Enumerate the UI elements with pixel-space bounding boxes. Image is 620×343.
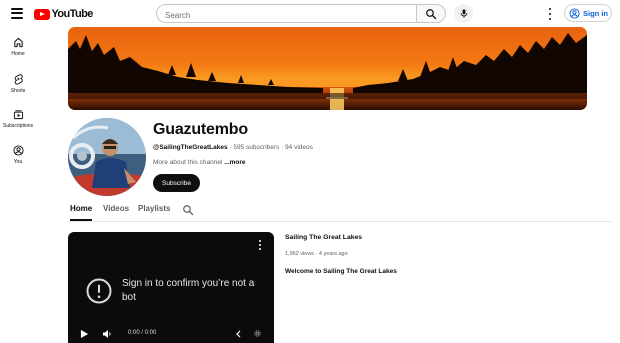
voice-search-button[interactable] [454, 4, 473, 23]
settings-more-icon[interactable] [546, 8, 554, 20]
time-display: 0:00 / 0:00 [128, 330, 157, 336]
search-icon [426, 8, 437, 19]
microphone-icon [460, 9, 467, 18]
home-icon [13, 37, 23, 48]
tab-search-button[interactable] [182, 203, 194, 221]
subscribe-button[interactable]: Subscribe [153, 174, 200, 192]
sidebar-item-subscriptions[interactable]: Subscriptions [0, 106, 36, 142]
channel-about-link[interactable]: More about this channel ...more [153, 159, 246, 166]
player-controls: 0:00 / 0:00 [68, 326, 274, 343]
search-icon [183, 205, 194, 216]
channel-banner [68, 27, 587, 110]
chevron-left-icon[interactable] [235, 330, 242, 338]
sunset-lake-image [68, 27, 587, 110]
search-button[interactable] [416, 4, 446, 23]
sidebar-item-you[interactable]: You [0, 142, 36, 178]
top-bar: YouTube Sign in [0, 0, 620, 28]
logo-text: YouTube [51, 8, 94, 20]
shorts-icon [14, 74, 23, 85]
sign-in-button[interactable]: Sign in [564, 4, 612, 22]
player-more-icon[interactable] [257, 240, 263, 250]
channel-stats: · 595 subscribers · 94 videos [227, 144, 313, 151]
sidebar-item-label: Shorts [10, 88, 26, 94]
sidebar-item-label: Home [11, 51, 25, 57]
featured-video-description: Welcome to Sailing The Great Lakes [285, 268, 397, 275]
more-link[interactable]: ...more [222, 159, 245, 166]
sidebar-item-shorts[interactable]: Shorts [0, 70, 36, 106]
channel-handle: @SailingTheGreatLakes [153, 144, 228, 151]
channel-name: Guazutembo [153, 121, 248, 138]
gear-icon[interactable] [253, 329, 262, 338]
sidebar-item-home[interactable]: Home [0, 34, 36, 70]
alert-circle-icon [86, 278, 112, 304]
sidebar-item-label: Subscriptions [2, 123, 33, 129]
sidebar-item-label: You [13, 159, 23, 165]
video-player[interactable]: Sign in to confirm you’re not a bot 0:00… [68, 232, 274, 343]
search-box [156, 4, 416, 24]
play-icon[interactable] [80, 329, 89, 339]
avatar-photo [68, 118, 146, 196]
sidebar: Home Shorts Subscriptions You [0, 34, 36, 178]
featured-video-stats: 1,952 views · 4 years ago [285, 251, 348, 257]
volume-icon[interactable] [102, 329, 112, 339]
tab-playlists[interactable]: Playlists [138, 204, 170, 221]
sign-in-label: Sign in [583, 8, 608, 18]
bot-check-message: Sign in to confirm you’re not a bot [122, 278, 255, 303]
channel-tabs: Home Videos Playlists [68, 201, 612, 222]
you-icon [12, 145, 24, 156]
youtube-logo[interactable]: YouTube [34, 8, 93, 20]
channel-meta: @SailingTheGreatLakes · 595 subscribers … [153, 144, 313, 151]
about-text: More about this channel [153, 159, 223, 166]
tab-home[interactable]: Home [70, 204, 93, 221]
featured-video-title[interactable]: Sailing The Great Lakes [285, 234, 362, 241]
hamburger-menu-icon[interactable] [11, 8, 23, 19]
subscriptions-icon [13, 110, 23, 120]
youtube-play-icon [34, 8, 50, 20]
tab-videos[interactable]: Videos [103, 204, 129, 221]
search-input[interactable] [157, 7, 416, 24]
account-icon [569, 7, 580, 19]
channel-avatar [68, 118, 146, 196]
